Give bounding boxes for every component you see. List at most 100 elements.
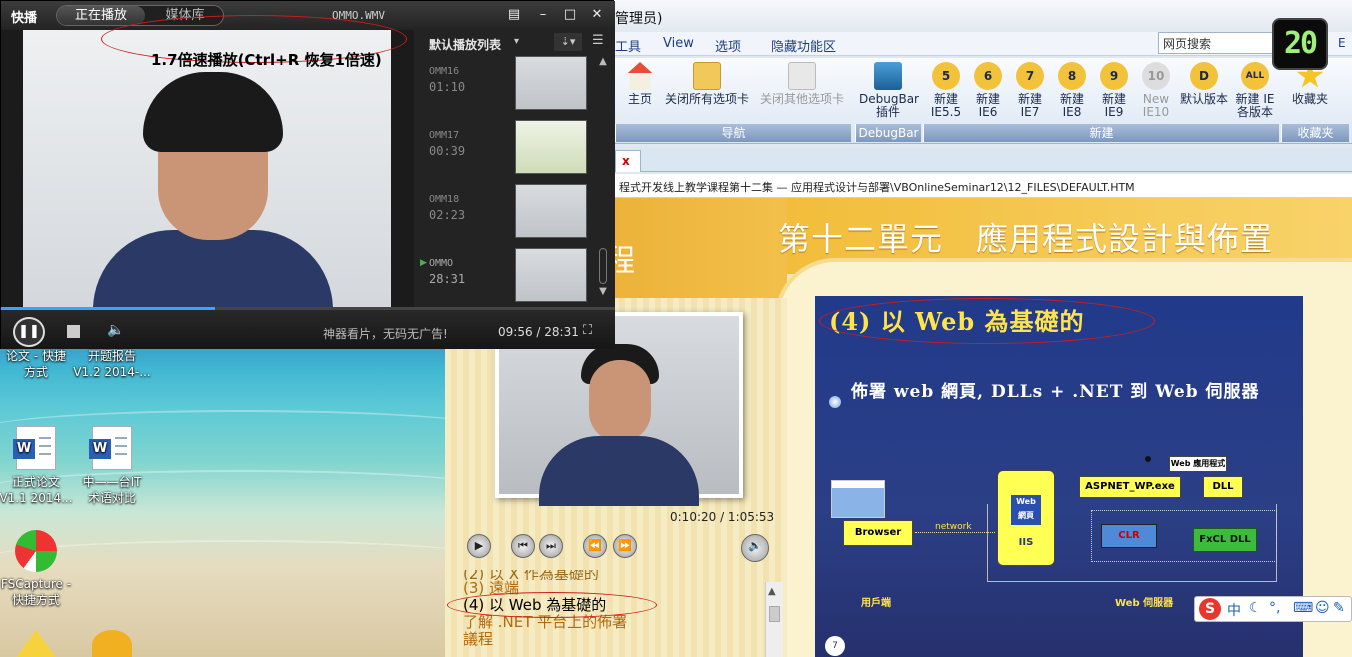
- default-version-button[interactable]: D 默认版本: [1177, 62, 1231, 106]
- desktop-icon-terms[interactable]: W 中——台IT 术语对比: [72, 426, 152, 506]
- seek-progress: [1, 307, 216, 310]
- chapter-scrollbar[interactable]: ▲: [765, 582, 783, 657]
- next-icon[interactable]: ⏭: [539, 534, 563, 558]
- playlist-title[interactable]: 默认播放列表: [429, 36, 501, 53]
- ime-mode-label[interactable]: 中: [1227, 600, 1241, 620]
- sort-icon[interactable]: ⇣▾: [554, 33, 582, 51]
- dll-box: DLL: [1203, 476, 1243, 498]
- pause-button[interactable]: ❚❚: [13, 317, 45, 347]
- skin-menu-icon[interactable]: ▤: [503, 6, 525, 24]
- ime-toolbar[interactable]: S 中 ☾ °, ⌨ ☺ ✎: [1194, 596, 1352, 622]
- scroll-down-icon[interactable]: ▼: [596, 286, 610, 297]
- annotation-ellipse: [447, 592, 657, 618]
- volume-icon[interactable]: 🔊: [741, 534, 769, 562]
- clock-widget[interactable]: 20: [1272, 18, 1328, 70]
- desktop-icon-label: 论文 - 快捷 方式: [6, 349, 66, 379]
- volume-icon[interactable]: 🔈: [107, 322, 124, 338]
- menu-options[interactable]: 选项: [715, 36, 741, 55]
- home-icon: [626, 62, 654, 90]
- desktop-icon-proposal[interactable]: 开题报告 V1.2 2014-...: [72, 348, 152, 380]
- globe-bullet-icon: [829, 396, 841, 408]
- menu-view[interactable]: View: [663, 36, 694, 51]
- new-ie9-button[interactable]: 9 新建 IE9: [1095, 62, 1133, 119]
- desktop-icon-thesis-shortcut[interactable]: 论文 - 快捷 方式: [0, 348, 76, 380]
- diagram-dot: [1145, 456, 1151, 462]
- fullscreen-icon[interactable]: ⛶: [583, 323, 601, 339]
- punctuation-icon[interactable]: °,: [1269, 600, 1280, 616]
- scroll-thumb[interactable]: [599, 248, 607, 284]
- new-ie7-button[interactable]: 7 新建 IE7: [1011, 62, 1049, 119]
- desktop-icon-label: 正式论文 V1.1 2014...: [0, 475, 73, 505]
- keyboard-icon[interactable]: ⌨: [1293, 600, 1313, 616]
- new-ie6-button[interactable]: 6 新建 IE6: [969, 62, 1007, 119]
- menu-hide-ribbon[interactable]: 隐藏功能区: [771, 36, 836, 55]
- tab-now-playing[interactable]: 正在播放: [57, 6, 145, 25]
- desktop-icon-formal-thesis[interactable]: W 正式论文 V1.1 2014...: [0, 426, 76, 506]
- annotation-ellipse: [819, 298, 1155, 344]
- rewind-icon[interactable]: ⏪: [583, 534, 607, 558]
- scroll-thumb[interactable]: [769, 606, 780, 622]
- scroll-up-icon[interactable]: ▲: [768, 586, 776, 597]
- chapter-item[interactable]: 議程: [463, 631, 783, 648]
- prev-icon[interactable]: ⏮: [511, 534, 535, 558]
- browser-box: Browser: [843, 520, 913, 546]
- desktop-icon-label: FSCapture - 快捷方式: [0, 577, 72, 607]
- playlist-item[interactable]: OMM16 01:10: [414, 56, 599, 116]
- debugbar-icon: [874, 62, 902, 90]
- playlist-item-current[interactable]: ▶ OMMO 28:31: [414, 248, 599, 308]
- fast-forward-icon[interactable]: ⏩: [613, 534, 637, 558]
- window-title: 管理员): [615, 11, 663, 27]
- playlist-item[interactable]: OMM18 02:23: [414, 184, 599, 244]
- sogou-icon[interactable]: S: [1199, 598, 1221, 620]
- moon-icon[interactable]: ☾: [1249, 600, 1262, 616]
- player-logo: 快播: [11, 11, 38, 26]
- browser-screenshot-icon: [831, 480, 885, 518]
- video-area[interactable]: [23, 30, 391, 307]
- desktop-icon-label: 中——台IT 术语对比: [82, 475, 142, 505]
- menu-icon[interactable]: ☰: [592, 33, 604, 48]
- scroll-up-icon[interactable]: ▲: [596, 56, 610, 67]
- playlist-scrollbar[interactable]: ▲ ▼: [596, 56, 610, 301]
- tab-close-icon[interactable]: x: [622, 154, 630, 168]
- menu-tools[interactable]: 工具: [615, 36, 641, 55]
- new-ie10-button[interactable]: 10 New IE10: [1137, 62, 1175, 119]
- playlist-item[interactable]: OMM17 00:39: [414, 120, 599, 180]
- slide-page-number: 7: [825, 636, 845, 656]
- close-other-tabs-button[interactable]: 关闭其他选项卡: [755, 62, 849, 106]
- clr-box: CLR: [1101, 524, 1157, 548]
- home-button[interactable]: 主页: [620, 62, 660, 106]
- ie-shortcut-icon[interactable]: [14, 630, 58, 657]
- minimize-icon[interactable]: –: [532, 6, 554, 24]
- folder-icon: [693, 62, 721, 90]
- stop-button[interactable]: [67, 325, 80, 338]
- maximize-icon[interactable]: □: [559, 6, 581, 24]
- player-slogan: 神器看片，无码无广告!: [323, 327, 448, 341]
- ie-default-icon: D: [1190, 62, 1218, 90]
- desktop-icon-fscapture[interactable]: FSCapture - 快捷方式: [0, 530, 76, 608]
- ie-version-icon: 10: [1142, 62, 1170, 90]
- browser-tab[interactable]: x: [615, 150, 641, 172]
- seek-bar[interactable]: [1, 307, 615, 310]
- tab-icon: [788, 62, 816, 90]
- video-timecode: 0:10:20 / 1:05:53: [670, 510, 775, 524]
- new-ie-all-versions-button[interactable]: ALL 新建 IE 各版本: [1233, 62, 1277, 119]
- wrench-icon[interactable]: ✎: [1333, 600, 1345, 616]
- thumbnail: [515, 56, 587, 110]
- ie-version-icon: 9: [1100, 62, 1128, 90]
- close-icon[interactable]: ✕: [586, 6, 608, 24]
- thumbnail: [515, 248, 587, 302]
- ie-version-icon: 7: [1016, 62, 1044, 90]
- chevron-down-icon[interactable]: ▾: [514, 36, 519, 47]
- new-ie8-button[interactable]: 8 新建 IE8: [1053, 62, 1091, 119]
- bird-app-icon[interactable]: [92, 630, 132, 657]
- close-all-tabs-button[interactable]: 关闭所有选项卡: [661, 62, 753, 106]
- overflow-label: E: [1338, 36, 1346, 50]
- play-icon[interactable]: ▶: [467, 534, 491, 558]
- web-search-input[interactable]: 网页搜索: [1158, 32, 1276, 54]
- client-label: 用戶端: [861, 598, 891, 609]
- new-ie55-button[interactable]: 5 新建 IE5.5: [927, 62, 965, 119]
- playing-indicator-icon: ▶: [420, 258, 427, 268]
- server-label: Web 伺服器: [1115, 598, 1174, 609]
- user-icon[interactable]: ☺: [1315, 600, 1330, 616]
- debugbar-plugin-button[interactable]: DebugBar 插件: [859, 62, 919, 119]
